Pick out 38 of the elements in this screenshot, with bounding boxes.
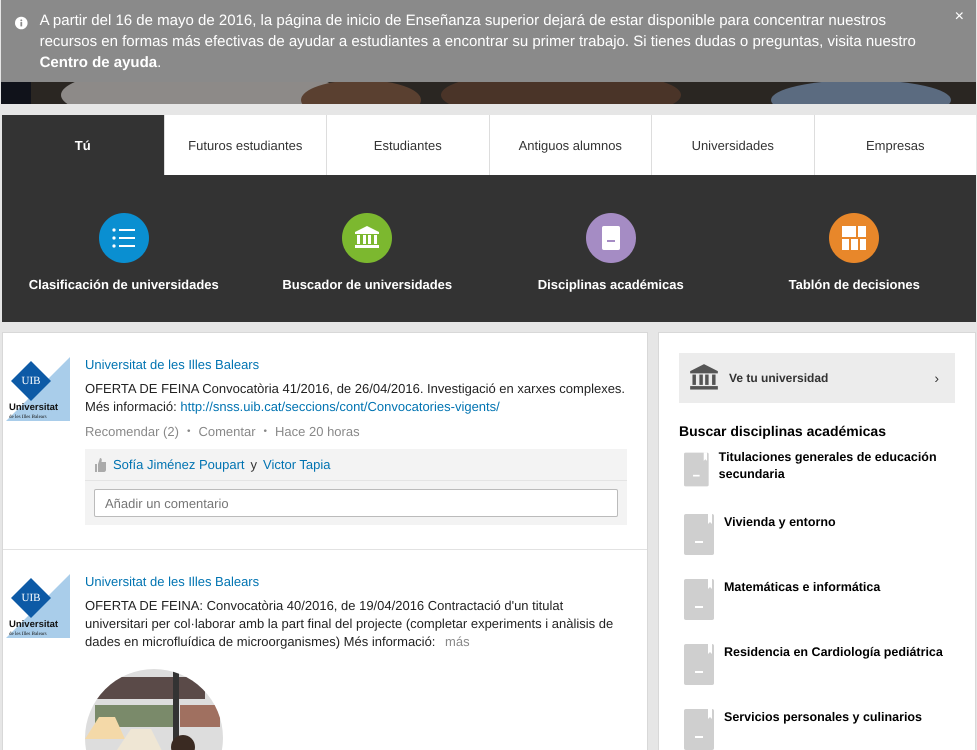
post-link[interactable]: http://snss.uib.cat/seccions/cont/Convocatories-vigents/ — [180, 399, 500, 414]
post-text: OFERTA DE FEINA: Convocatòria 40/2016, de 19/04/2016 Contractació d'un titulat universitari per col·laborar amb la part final del projecte (completar experiments i anàlisis de dades en microfluídica de microorganismes) Més informació: más — [85, 597, 614, 651]
shortcut-link[interactable]: Clasificación de universidades — [28, 277, 219, 292]
discipline-link[interactable]: Servicios personales y culinarios — [724, 709, 922, 750]
post-text: OFERTA DE FEINA Convocatòria 41/2016, de 26/04/2016. Investigació en xarxes complexes. Més informació: http://snss.uib.cat/seccions/cont/Convocatories-vigents/ — [85, 380, 626, 416]
author-link[interactable]: Universitat de les Illes Balears — [85, 574, 627, 589]
book-icon — [684, 514, 714, 555]
conjunction-text: y — [250, 457, 258, 472]
discipline-link[interactable]: Vivienda y entorno — [724, 514, 836, 579]
shortcut-link[interactable]: Buscador de universidades — [282, 277, 452, 292]
bank-icon — [689, 364, 719, 392]
numbered-list-icon — [112, 227, 136, 249]
separator-dot: • — [186, 426, 190, 437]
shortcut-link[interactable]: Disciplinas académicas — [538, 277, 684, 292]
person-link[interactable]: Sofía Jiménez Poupart — [113, 457, 245, 472]
notice-text: A partir del 16 de mayo de 2016, la página de inicio de Enseñanza superior dejará de estar disponible para concentrar nuestros recursos en formas más efectivas de ayudar a estudiantes a encontrar su primer trabajo. Si tienes dudas o preguntas, visita nuestro Centro de ayuda. — [40, 11, 917, 73]
more-link[interactable]: más — [445, 634, 470, 649]
action-link[interactable]: Comentar — [198, 424, 256, 439]
book-icon — [602, 226, 620, 250]
action-link[interactable]: Recomendar (2) — [85, 424, 179, 439]
book-icon — [684, 644, 714, 685]
comment-field[interactable]: Añadir un comentario — [94, 489, 618, 517]
discipline-link[interactable]: Matemáticas e informática — [724, 579, 880, 644]
author-link[interactable]: Universitat de les Illes Balears — [85, 357, 627, 372]
university-button[interactable]: Ve tu universidad › — [679, 353, 955, 403]
grid-icon — [842, 226, 866, 250]
nav-tab[interactable]: Tú — [2, 115, 164, 175]
separator-dot: • — [264, 426, 268, 437]
person-link[interactable]: Victor Tapia — [263, 457, 330, 472]
discipline-link[interactable]: Titulaciones generales de educación secundaria — [718, 449, 955, 514]
shortcut-button[interactable] — [342, 213, 392, 263]
post-time: Hace 20 horas — [275, 424, 360, 439]
discipline-link[interactable]: Residencia en Cardiología pediátrica — [724, 644, 943, 709]
thumbs-up-icon — [95, 458, 107, 472]
shortcut-link[interactable]: Tablón de decisiones — [788, 277, 920, 292]
book-icon — [684, 579, 714, 620]
bank-icon — [354, 226, 380, 250]
section-heading: Buscar disciplinas académicas — [679, 423, 887, 439]
